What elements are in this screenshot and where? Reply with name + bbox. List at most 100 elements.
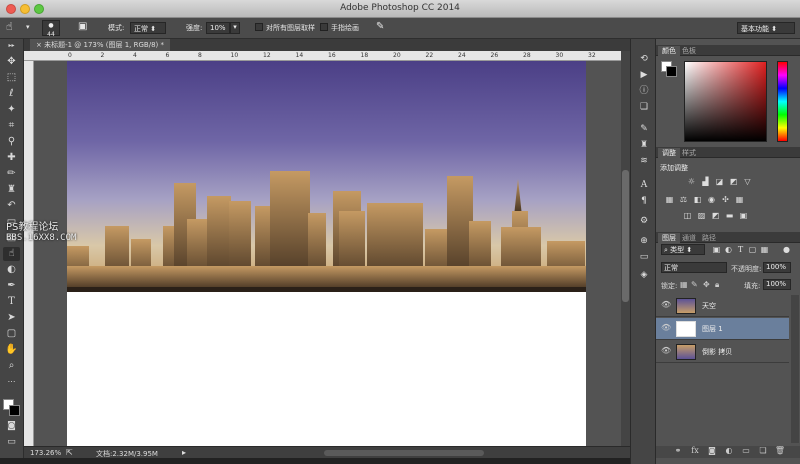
strength-input[interactable]: 10%: [206, 22, 230, 34]
new-layer-icon[interactable]: ❏: [757, 446, 769, 456]
exposure-icon[interactable]: ◩: [728, 177, 739, 186]
eyedropper-tool-icon[interactable]: ⚲: [3, 135, 20, 149]
color-lookup-icon[interactable]: ▦: [734, 195, 745, 204]
finger-painting-checkbox[interactable]: [320, 23, 328, 31]
add-mask-icon[interactable]: ◙: [706, 446, 718, 456]
channel-mixer-icon[interactable]: ✣: [720, 195, 731, 204]
path-selection-tool-icon[interactable]: ➤: [3, 311, 20, 325]
hue-slider[interactable]: [777, 61, 788, 142]
play-action-icon[interactable]: ▶: [637, 69, 651, 81]
layer-row[interactable]: 👁︎ 倒影 拷贝: [656, 341, 789, 363]
filter-adjustment-icon[interactable]: ◐: [723, 245, 734, 254]
filter-shape-icon[interactable]: ▢: [747, 245, 758, 254]
brush-tool-icon[interactable]: ✏: [3, 167, 20, 181]
layer-row-selected[interactable]: 👁︎ 图层 1: [656, 318, 789, 340]
layer-style-icon[interactable]: fx: [689, 446, 701, 456]
lock-position-icon[interactable]: ✥: [703, 280, 710, 289]
marquee-tool-icon[interactable]: ⬚: [3, 71, 20, 85]
background-color-swatch[interactable]: [9, 405, 20, 416]
layer-row[interactable]: 👁︎ 天空: [656, 295, 789, 317]
panel-collapse-icon[interactable]: ▸▸: [3, 43, 20, 49]
pressure-icon[interactable]: ✎: [376, 21, 384, 32]
3d-panel-icon[interactable]: ◈: [637, 269, 651, 281]
history-brush-tool-icon[interactable]: ↶: [3, 199, 20, 213]
status-menu-icon[interactable]: ▸: [182, 448, 186, 457]
document-tab[interactable]: × 未标题-1 @ 173% (图层 1, RGB/8) *: [30, 39, 170, 51]
sample-all-layers-checkbox[interactable]: [255, 23, 263, 31]
brightness-icon[interactable]: ☼: [686, 177, 697, 186]
vertical-ruler[interactable]: [24, 61, 34, 446]
tab-paths[interactable]: 路径: [698, 233, 720, 243]
new-group-icon[interactable]: ▭: [740, 446, 752, 456]
visibility-eye-icon[interactable]: 👁︎: [661, 301, 671, 309]
black-white-icon[interactable]: ◧: [692, 195, 703, 204]
lock-transparent-icon[interactable]: ▦: [680, 280, 688, 289]
tab-adjustments[interactable]: 调整: [658, 148, 680, 158]
quick-mask-icon[interactable]: ◙: [3, 419, 20, 433]
filter-smart-icon[interactable]: ▦: [759, 245, 770, 254]
rectangle-tool-icon[interactable]: ▢: [3, 327, 20, 341]
strength-dropdown[interactable]: ▾: [230, 22, 240, 34]
blend-mode-select[interactable]: 正常: [661, 262, 727, 273]
layers-scrollbar[interactable]: [791, 295, 799, 443]
export-icon[interactable]: ⇱: [66, 448, 73, 457]
gradient-map-icon[interactable]: ▬: [724, 211, 735, 220]
delete-layer-icon[interactable]: 🗑︎: [774, 446, 786, 456]
visibility-eye-icon[interactable]: 👁︎: [661, 324, 671, 332]
tab-channels[interactable]: 通道: [678, 233, 700, 243]
opacity-input[interactable]: 100%: [763, 262, 791, 273]
brush-panel-icon-2[interactable]: ≋: [637, 155, 651, 167]
chevron-down-icon[interactable]: ▾: [26, 23, 30, 31]
threshold-icon[interactable]: ◩: [710, 211, 721, 220]
visibility-eye-icon[interactable]: 👁︎: [661, 347, 671, 355]
layer-filter-select[interactable]: ⌕ 类型 ⬍: [661, 244, 705, 255]
lock-all-icon[interactable]: 🔒︎: [715, 280, 719, 290]
link-layers-icon[interactable]: ⚭: [672, 446, 684, 456]
paragraph-panel-icon[interactable]: ¶: [637, 195, 651, 207]
zoom-level[interactable]: 173.26%: [30, 449, 61, 457]
color-balance-icon[interactable]: ⚖: [678, 195, 689, 204]
filter-pixel-icon[interactable]: ▣: [711, 245, 722, 254]
photo-filter-icon[interactable]: ◉: [706, 195, 717, 204]
brush-panel-icon[interactable]: ▣: [78, 21, 87, 32]
tab-color[interactable]: 颜色: [658, 46, 680, 56]
quick-selection-tool-icon[interactable]: ✦: [3, 103, 20, 117]
healing-brush-tool-icon[interactable]: ✚: [3, 151, 20, 165]
smudge-tool-preset-icon[interactable]: ☝: [6, 20, 13, 33]
posterize-icon[interactable]: ▨: [696, 211, 707, 220]
zoom-tool-icon[interactable]: ⌕: [3, 359, 20, 373]
more-tools-icon[interactable]: ⋯: [3, 375, 20, 389]
hue-saturation-icon[interactable]: ▦: [664, 195, 675, 204]
color-picker-field[interactable]: [684, 61, 767, 142]
vertical-scroll-thumb[interactable]: [622, 170, 629, 302]
history-panel-icon[interactable]: ⟲: [637, 53, 651, 65]
hand-tool-icon[interactable]: ✋: [3, 343, 20, 357]
new-adjustment-icon[interactable]: ◐: [723, 446, 735, 456]
lock-image-icon[interactable]: ✎: [691, 280, 698, 289]
horizontal-ruler[interactable]: 0 2 4 6 8 10 12 14 16 18 20 22 24 26 28 30 32: [24, 51, 621, 61]
close-tab-icon[interactable]: ×: [36, 41, 44, 49]
screen-mode-icon[interactable]: ▭: [3, 435, 20, 449]
workspace-select[interactable]: 基本功能 ⬍: [737, 22, 795, 34]
dodge-tool-icon[interactable]: ◐: [3, 263, 20, 277]
filter-toggle-icon[interactable]: ●: [781, 245, 792, 254]
curves-icon[interactable]: ◪: [714, 177, 725, 186]
lasso-tool-icon[interactable]: ℓ: [3, 87, 20, 101]
tool-presets-icon[interactable]: ⚙: [637, 215, 651, 227]
tab-swatches[interactable]: 色板: [678, 46, 700, 56]
clone-source-icon[interactable]: ♜: [637, 139, 651, 151]
horizontal-scroll-thumb[interactable]: [324, 450, 484, 456]
measure-icon[interactable]: ▭: [637, 251, 651, 263]
clone-stamp-tool-icon[interactable]: ♜: [3, 183, 20, 197]
properties-panel-icon[interactable]: ⊕: [637, 235, 651, 247]
mode-select[interactable]: 正常 ⬍: [130, 22, 166, 34]
filter-type-icon[interactable]: T: [735, 245, 746, 254]
brush-size-picker[interactable]: ● 44: [42, 20, 60, 38]
fill-input[interactable]: 100%: [763, 279, 791, 290]
pen-tool-icon[interactable]: ✒: [3, 279, 20, 293]
vibrance-icon[interactable]: ▽: [742, 177, 753, 186]
smudge-tool-icon[interactable]: ☝: [3, 247, 20, 261]
brush-presets-icon[interactable]: ✎: [637, 123, 651, 135]
invert-icon[interactable]: ◫: [682, 211, 693, 220]
character-panel-icon[interactable]: A: [637, 179, 651, 191]
